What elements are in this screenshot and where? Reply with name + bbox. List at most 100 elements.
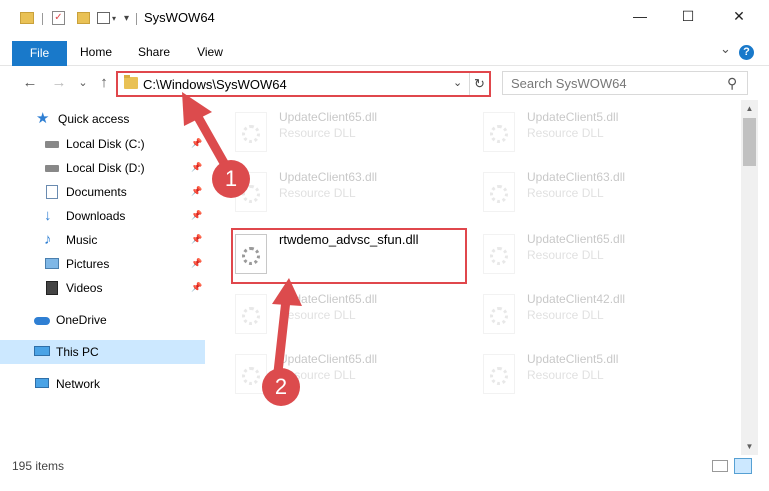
sidebar-item-label: Music	[66, 233, 98, 247]
pin-icon[interactable]: 📌	[191, 234, 202, 245]
file-name: UpdateClient63.dll	[279, 170, 378, 184]
minimize-button[interactable]: —	[617, 0, 663, 32]
network-icon	[34, 376, 50, 392]
sidebar-item-label: Local Disk (D:)	[66, 161, 145, 175]
music-icon: ♪	[44, 231, 52, 248]
scroll-thumb[interactable]	[743, 118, 756, 166]
maximize-button[interactable]: ☐	[665, 0, 711, 32]
new-folder-icon[interactable]	[77, 9, 90, 27]
sidebar-item-local-disk-d[interactable]: Local Disk (D:)	[44, 157, 145, 179]
sidebar-item-label: Network	[56, 377, 101, 391]
file-name: UpdateClient5.dll	[527, 352, 619, 366]
drive-icon	[44, 160, 60, 176]
dll-file-icon	[235, 294, 267, 334]
sidebar-item-quick-access[interactable]: ★ Quick access	[36, 108, 129, 130]
pin-icon[interactable]: 📌	[191, 162, 202, 173]
tiles-view-icon[interactable]	[734, 458, 752, 474]
refresh-button[interactable]: ↻	[469, 73, 489, 95]
rename-icon[interactable]: ▾	[97, 9, 116, 27]
step-badge-1: 1	[212, 160, 250, 198]
cloud-icon	[34, 312, 50, 328]
address-dropdown-icon[interactable]: ⌄	[453, 76, 462, 89]
sidebar-item-downloads[interactable]: ↓ Downloads	[44, 205, 125, 227]
search-input[interactable]: Search SysWOW64 ⚲	[502, 71, 748, 95]
file-name: UpdateClient65.dll	[279, 292, 378, 306]
navigation-pane: ★ Quick access Local Disk (C:) 📌 Local D…	[0, 100, 205, 455]
search-icon[interactable]: ⚲	[727, 75, 737, 92]
file-description: Resource DLL	[279, 308, 356, 322]
drive-icon	[44, 136, 60, 152]
status-bar: 195 items	[0, 455, 769, 477]
vertical-scrollbar[interactable]: ▲ ▼	[741, 100, 758, 455]
tab-home[interactable]: Home	[75, 40, 117, 64]
file-tile[interactable]: UpdateClient65.dll Resource DLL	[227, 286, 467, 342]
highlight-box	[231, 228, 467, 284]
dll-file-icon	[235, 112, 267, 152]
recent-locations-button[interactable]: ⌄	[74, 74, 92, 92]
computer-icon	[34, 344, 50, 360]
file-tile[interactable]: UpdateClient63.dll Resource DLL	[227, 164, 467, 220]
file-description: Resource DLL	[527, 248, 604, 262]
title-bar: ✓ ▾ ▾ SysWOW64 — ☐ ✕	[0, 0, 769, 36]
step-badge-2: 2	[262, 368, 300, 406]
file-name: UpdateClient65.dll	[279, 110, 378, 124]
file-tile[interactable]: UpdateClient5.dll Resource DLL	[475, 346, 715, 402]
dll-file-icon	[483, 112, 515, 152]
scroll-up-arrow-icon[interactable]: ▲	[741, 100, 758, 117]
file-description: Resource DLL	[527, 126, 604, 140]
download-icon: ↓	[44, 207, 52, 224]
pin-icon[interactable]: 📌	[191, 210, 202, 221]
address-bar[interactable]: C:\Windows\SysWOW64 ⌄ ↻	[116, 71, 491, 97]
customize-toolbar-icon[interactable]: ▾	[124, 9, 129, 27]
forward-button[interactable]: →	[50, 74, 68, 92]
sidebar-item-documents[interactable]: Documents	[44, 181, 127, 203]
close-button[interactable]: ✕	[716, 0, 762, 32]
pin-icon[interactable]: 📌	[191, 282, 202, 293]
tab-file[interactable]: File	[12, 41, 67, 66]
sidebar-item-local-disk-c[interactable]: Local Disk (C:)	[44, 133, 145, 155]
file-tile[interactable]: UpdateClient65.dll Resource DLL	[475, 226, 715, 282]
folder-icon	[20, 9, 34, 27]
file-name: UpdateClient65.dll	[527, 232, 626, 246]
tab-share[interactable]: Share	[132, 40, 176, 64]
file-tile[interactable]: UpdateClient65.dll Resource DLL	[227, 104, 467, 160]
file-name: UpdateClient63.dll	[527, 170, 626, 184]
sidebar-item-label: Downloads	[66, 209, 126, 223]
details-view-icon[interactable]	[712, 460, 728, 472]
sidebar-item-pictures[interactable]: Pictures	[44, 253, 109, 275]
pin-icon[interactable]: 📌	[191, 258, 202, 269]
tab-view[interactable]: View	[190, 40, 230, 64]
dll-file-icon	[483, 234, 515, 274]
file-name: UpdateClient5.dll	[527, 110, 619, 124]
sidebar-item-music[interactable]: ♪ Music	[44, 229, 97, 251]
ribbon-tabs: File Home Share View ⌄	[0, 36, 769, 66]
file-name: UpdateClient65.dll	[279, 352, 378, 366]
pin-icon[interactable]: 📌	[191, 138, 202, 149]
sidebar-item-this-pc[interactable]: This PC	[34, 341, 99, 363]
dll-file-icon	[483, 354, 515, 394]
folder-icon	[124, 75, 138, 89]
address-row: ← → ⌄ ↑ C:\Windows\SysWOW64 ⌄ ↻ Search S…	[0, 66, 769, 100]
window-title: SysWOW64	[144, 10, 215, 25]
file-tile[interactable]: UpdateClient42.dll Resource DLL	[475, 286, 715, 342]
scroll-down-arrow-icon[interactable]: ▼	[741, 438, 758, 455]
help-icon[interactable]: ?	[739, 45, 754, 60]
video-icon	[44, 280, 60, 296]
address-path[interactable]: C:\Windows\SysWOW64	[143, 77, 287, 92]
sidebar-item-label: Local Disk (C:)	[66, 137, 145, 151]
expand-ribbon-icon[interactable]: ⌄	[720, 41, 731, 57]
toolbar-separator	[136, 13, 137, 25]
back-button[interactable]: ←	[21, 74, 39, 92]
properties-icon[interactable]: ✓	[52, 9, 65, 27]
file-description: Resource DLL	[527, 186, 604, 200]
file-name: UpdateClient42.dll	[527, 292, 626, 306]
sidebar-item-videos[interactable]: Videos	[44, 277, 102, 299]
file-tile[interactable]: UpdateClient63.dll Resource DLL	[475, 164, 715, 220]
sidebar-item-label: Documents	[66, 185, 127, 199]
sidebar-item-onedrive[interactable]: OneDrive	[34, 309, 107, 331]
pin-icon[interactable]: 📌	[191, 186, 202, 197]
sidebar-item-network[interactable]: Network	[34, 373, 100, 395]
up-button[interactable]: ↑	[95, 74, 113, 92]
file-description: Resource DLL	[279, 126, 356, 140]
file-tile[interactable]: UpdateClient5.dll Resource DLL	[475, 104, 715, 160]
